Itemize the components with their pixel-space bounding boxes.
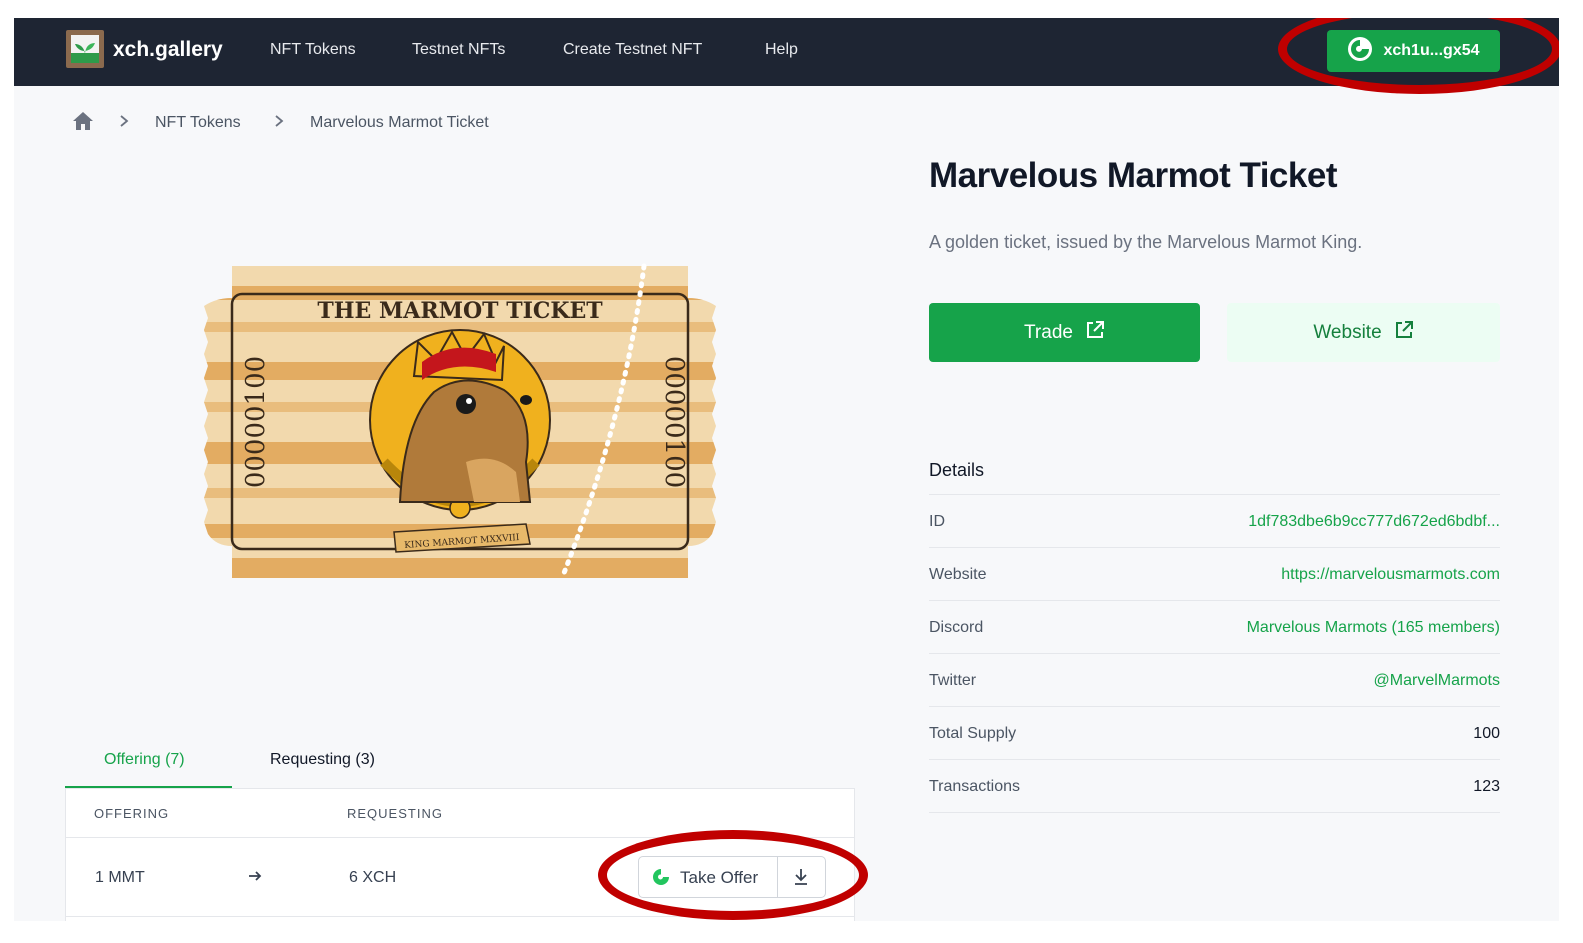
external-link-icon [1394, 320, 1414, 346]
details-divider [929, 812, 1500, 813]
breadcrumb-nft-tokens[interactable]: NFT Tokens [155, 114, 241, 132]
nav-link-nft-tokens[interactable]: NFT Tokens [270, 41, 356, 59]
detail-row-total-supply: Total Supply 100 [929, 706, 1500, 760]
detail-value-transactions: 123 [1473, 778, 1500, 795]
detail-key: ID [929, 513, 945, 530]
brand-name[interactable]: xch.gallery [113, 38, 223, 62]
column-header-offering: OFFERING [94, 806, 170, 821]
detail-key: Total Supply [929, 725, 1017, 742]
external-link-icon [1085, 320, 1105, 346]
requesting-cell: 6 XCH [349, 869, 397, 886]
nav-link-create-testnet-nft[interactable]: Create Testnet NFT [563, 41, 702, 59]
tab-offering[interactable]: Offering (7) [104, 751, 185, 769]
detail-key: Transactions [929, 778, 1020, 795]
ticket-serial-left: 00000100 [241, 356, 271, 488]
column-header-requesting: REQUESTING [347, 806, 443, 821]
detail-value-twitter-link[interactable]: @MarvelMarmots [1374, 672, 1500, 690]
detail-row-id: ID 1df783dbe6b9cc777d672ed6bdbf... [929, 494, 1500, 548]
token-description: A golden ticket, issued by the Marvelous… [929, 232, 1363, 252]
app-window: xch.gallery NFT Tokens Testnet NFTs Crea… [14, 18, 1559, 921]
breadcrumb-current: Marvelous Marmot Ticket [310, 114, 489, 131]
home-icon[interactable] [72, 111, 94, 136]
page-title: Marvelous Marmot Ticket [929, 156, 1338, 195]
detail-value-website-link[interactable]: https://marvelousmarmots.com [1281, 566, 1500, 584]
website-button-label: Website [1313, 321, 1382, 343]
arrow-right-icon [247, 868, 263, 889]
detail-row-discord: Discord Marvelous Marmots (165 members) [929, 600, 1500, 654]
trade-button-label: Trade [1024, 321, 1073, 343]
nft-image: THE MARMOT TICKET 00000100 00000100 KING… [204, 262, 716, 582]
detail-row-twitter: Twitter @MarvelMarmots [929, 653, 1500, 707]
detail-key: Website [929, 566, 987, 583]
detail-key: Discord [929, 619, 984, 636]
ticket-heading: THE MARMOT TICKET [317, 298, 603, 324]
detail-value-id-link[interactable]: 1df783dbe6b9cc777d672ed6bdbf... [1248, 513, 1500, 531]
detail-key: Twitter [929, 672, 977, 689]
detail-value-total-supply: 100 [1473, 725, 1500, 742]
website-button[interactable]: Website [1227, 303, 1500, 362]
offering-cell: 1 MMT [95, 869, 145, 886]
nav-link-help[interactable]: Help [765, 41, 798, 59]
details-heading: Details [929, 460, 985, 480]
annotation-ring-take-offer [598, 830, 868, 920]
detail-row-website: Website https://marvelousmarmots.com [929, 547, 1500, 601]
brand-logo-icon[interactable] [66, 30, 104, 68]
chevron-right-icon [118, 114, 130, 133]
trade-button[interactable]: Trade [929, 303, 1200, 362]
tab-requesting[interactable]: Requesting (3) [270, 751, 375, 769]
detail-value-discord-link[interactable]: Marvelous Marmots (165 members) [1247, 619, 1500, 637]
nav-link-testnet-nfts[interactable]: Testnet NFTs [412, 41, 505, 59]
ticket-serial-right: 00000100 [659, 356, 689, 488]
detail-row-transactions: Transactions 123 [929, 759, 1500, 813]
chevron-right-icon [273, 114, 285, 133]
